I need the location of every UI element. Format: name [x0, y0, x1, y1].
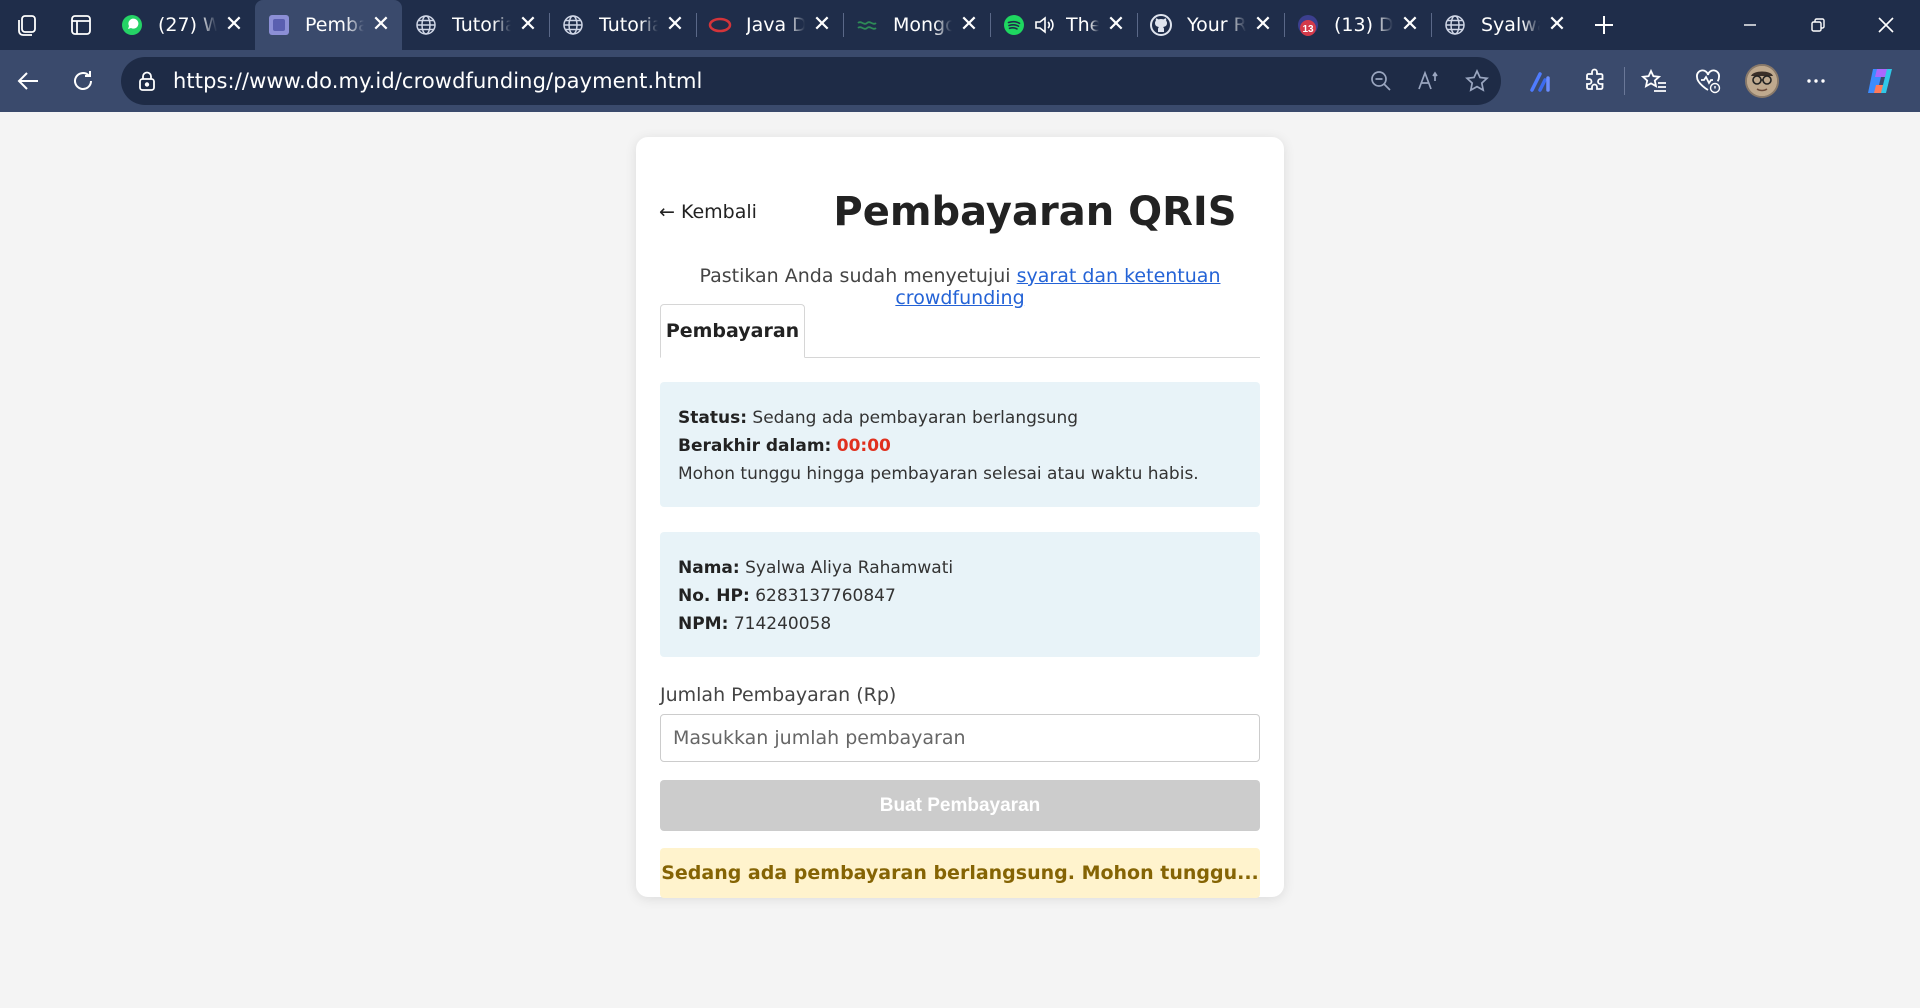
tab-title: (13) Discord [1334, 14, 1393, 36]
close-icon[interactable]: ✕ [370, 14, 392, 36]
close-icon[interactable]: ✕ [517, 14, 539, 36]
name-line: Nama: Syalwa Aliya Rahamwati [678, 554, 1242, 582]
address-bar[interactable]: https://www.do.my.id/crowdfunding/paymen… [121, 57, 1501, 105]
tab-title: Syalwa [1481, 14, 1540, 36]
status-line: Status: Sedang ada pembayaran berlangsun… [678, 404, 1242, 432]
toolbar-divider [1624, 67, 1625, 95]
close-icon[interactable]: ✕ [958, 14, 980, 36]
avatar [1745, 64, 1779, 98]
countdown-line: Berakhir dalam: 00:00 [678, 432, 1242, 460]
spotify-icon [1002, 13, 1026, 37]
tab-java[interactable]: Java Dev ✕ [696, 0, 843, 50]
status-label: Status: [678, 408, 747, 428]
pending-payment-notice: Sedang ada pembayaran berlangsung. Mohon… [660, 848, 1260, 898]
badge-icon: 13 [1296, 13, 1320, 37]
tab-title: Java Dev [746, 14, 805, 36]
tab-title: Your Repositories [1187, 14, 1246, 36]
close-icon[interactable]: ✕ [1105, 14, 1127, 36]
close-icon[interactable]: ✕ [223, 14, 245, 36]
globe-icon [1443, 13, 1467, 37]
name-value: Syalwa Aliya Rahamwati [745, 558, 954, 578]
status-message: Mohon tunggu hingga pembayaran selesai a… [678, 464, 1199, 484]
profile-button[interactable] [1735, 56, 1789, 106]
tab-payment[interactable]: Pembayaran QRIS ✕ [255, 0, 402, 50]
status-value: Sedang ada pembayaran berlangsung [752, 408, 1079, 428]
tab-mongodb[interactable]: MongoDB ✕ [843, 0, 990, 50]
tab-discord[interactable]: 13 (13) Discord ✕ [1284, 0, 1431, 50]
phone-line: No. HP: 6283137760847 [678, 582, 1242, 610]
close-icon[interactable]: ✕ [1252, 14, 1274, 36]
page-favicon-icon [267, 13, 291, 37]
npm-line: NPM: 714240058 [678, 610, 1242, 638]
analytics-extension-icon[interactable] [1514, 56, 1568, 106]
phone-label: No. HP: [678, 586, 750, 606]
restore-button[interactable] [1784, 0, 1852, 50]
browser-essentials-icon[interactable] [1681, 56, 1735, 106]
payment-card: ← Kembali Pembayaran QRIS Pastikan Anda … [636, 137, 1284, 898]
close-icon[interactable]: ✕ [1546, 14, 1568, 36]
browser-toolbar: https://www.do.my.id/crowdfunding/paymen… [0, 50, 1920, 112]
lock-icon[interactable] [123, 57, 171, 105]
tab-tutorial-1[interactable]: Tutorial ✕ [402, 0, 549, 50]
tab-title: The [1066, 14, 1099, 36]
terms-notice: Pastikan Anda sudah menyetujui syarat da… [636, 265, 1284, 309]
minimize-button[interactable] [1716, 0, 1784, 50]
window-controls [1716, 0, 1920, 50]
new-tab-button[interactable] [1578, 0, 1630, 50]
mongo-icon [855, 13, 879, 37]
zoom-out-icon[interactable] [1357, 57, 1405, 105]
badge-count: 13 [1302, 24, 1314, 35]
close-window-button[interactable] [1852, 0, 1920, 50]
npm-label: NPM: [678, 614, 729, 634]
amount-input[interactable] [660, 714, 1260, 762]
npm-value: 714240058 [733, 614, 832, 634]
browser-tab-bar: (27) WhatsApp ✕ Pembayaran QRIS ✕ Tutori… [0, 0, 1920, 50]
tab-title: (27) WhatsApp [158, 14, 217, 36]
github-icon [1149, 13, 1173, 37]
globe-icon [414, 13, 438, 37]
close-icon[interactable]: ✕ [811, 14, 833, 36]
tab-whatsapp[interactable]: (27) WhatsApp ✕ [108, 0, 255, 50]
status-box: Status: Sedang ada pembayaran berlangsun… [660, 382, 1260, 507]
page-title: Pembayaran QRIS [833, 189, 1237, 235]
payer-info-box: Nama: Syalwa Aliya Rahamwati No. HP: 628… [660, 532, 1260, 657]
oval-icon [708, 13, 732, 37]
amount-label: Jumlah Pembayaran (Rp) [660, 684, 897, 706]
favorites-list-icon[interactable] [1627, 56, 1681, 106]
more-options-icon[interactable] [1789, 56, 1843, 106]
url-text[interactable]: https://www.do.my.id/crowdfunding/paymen… [173, 69, 1357, 93]
toolbar-extensions [1514, 56, 1907, 106]
read-aloud-icon[interactable] [1405, 57, 1453, 105]
countdown-label: Berakhir dalam: [678, 436, 832, 456]
payment-tabs: Pembayaran [660, 304, 1260, 358]
speaker-icon[interactable] [1032, 13, 1056, 37]
phone-value: 6283137760847 [755, 586, 896, 606]
close-icon[interactable]: ✕ [664, 14, 686, 36]
tab-title: Pembayaran QRIS [305, 14, 364, 36]
favorite-star-icon[interactable] [1453, 57, 1501, 105]
tab-title: MongoDB [893, 14, 952, 36]
tab-strip: (27) WhatsApp ✕ Pembayaran QRIS ✕ Tutori… [108, 0, 1578, 50]
extensions-puzzle-icon[interactable] [1568, 56, 1622, 106]
tab-title: Tutorial [452, 14, 511, 36]
tab-actions-icon[interactable] [54, 0, 108, 50]
copilot-icon[interactable] [1853, 56, 1907, 106]
tab-github[interactable]: Your Repositories ✕ [1137, 0, 1284, 50]
tab-tutorial-2[interactable]: Tutorial ✕ [549, 0, 696, 50]
close-icon[interactable]: ✕ [1399, 14, 1421, 36]
back-button[interactable] [2, 56, 56, 106]
workspaces-icon[interactable] [0, 0, 54, 50]
refresh-button[interactable] [56, 56, 110, 106]
whatsapp-icon [120, 13, 144, 37]
name-label: Nama: [678, 558, 740, 578]
tab-title: Tutorial [599, 14, 658, 36]
countdown-timer: 00:00 [836, 436, 891, 456]
create-payment-button[interactable]: Buat Pembayaran [660, 780, 1260, 831]
page-viewport: ← Kembali Pembayaran QRIS Pastikan Anda … [0, 112, 1920, 1008]
tab-spotify[interactable]: The ✕ [990, 0, 1137, 50]
globe-icon [561, 13, 585, 37]
terms-prefix: Pastikan Anda sudah menyetujui [699, 265, 1017, 287]
tab-pembayaran[interactable]: Pembayaran [660, 304, 805, 358]
tab-syalwa[interactable]: Syalwa ✕ [1431, 0, 1578, 50]
